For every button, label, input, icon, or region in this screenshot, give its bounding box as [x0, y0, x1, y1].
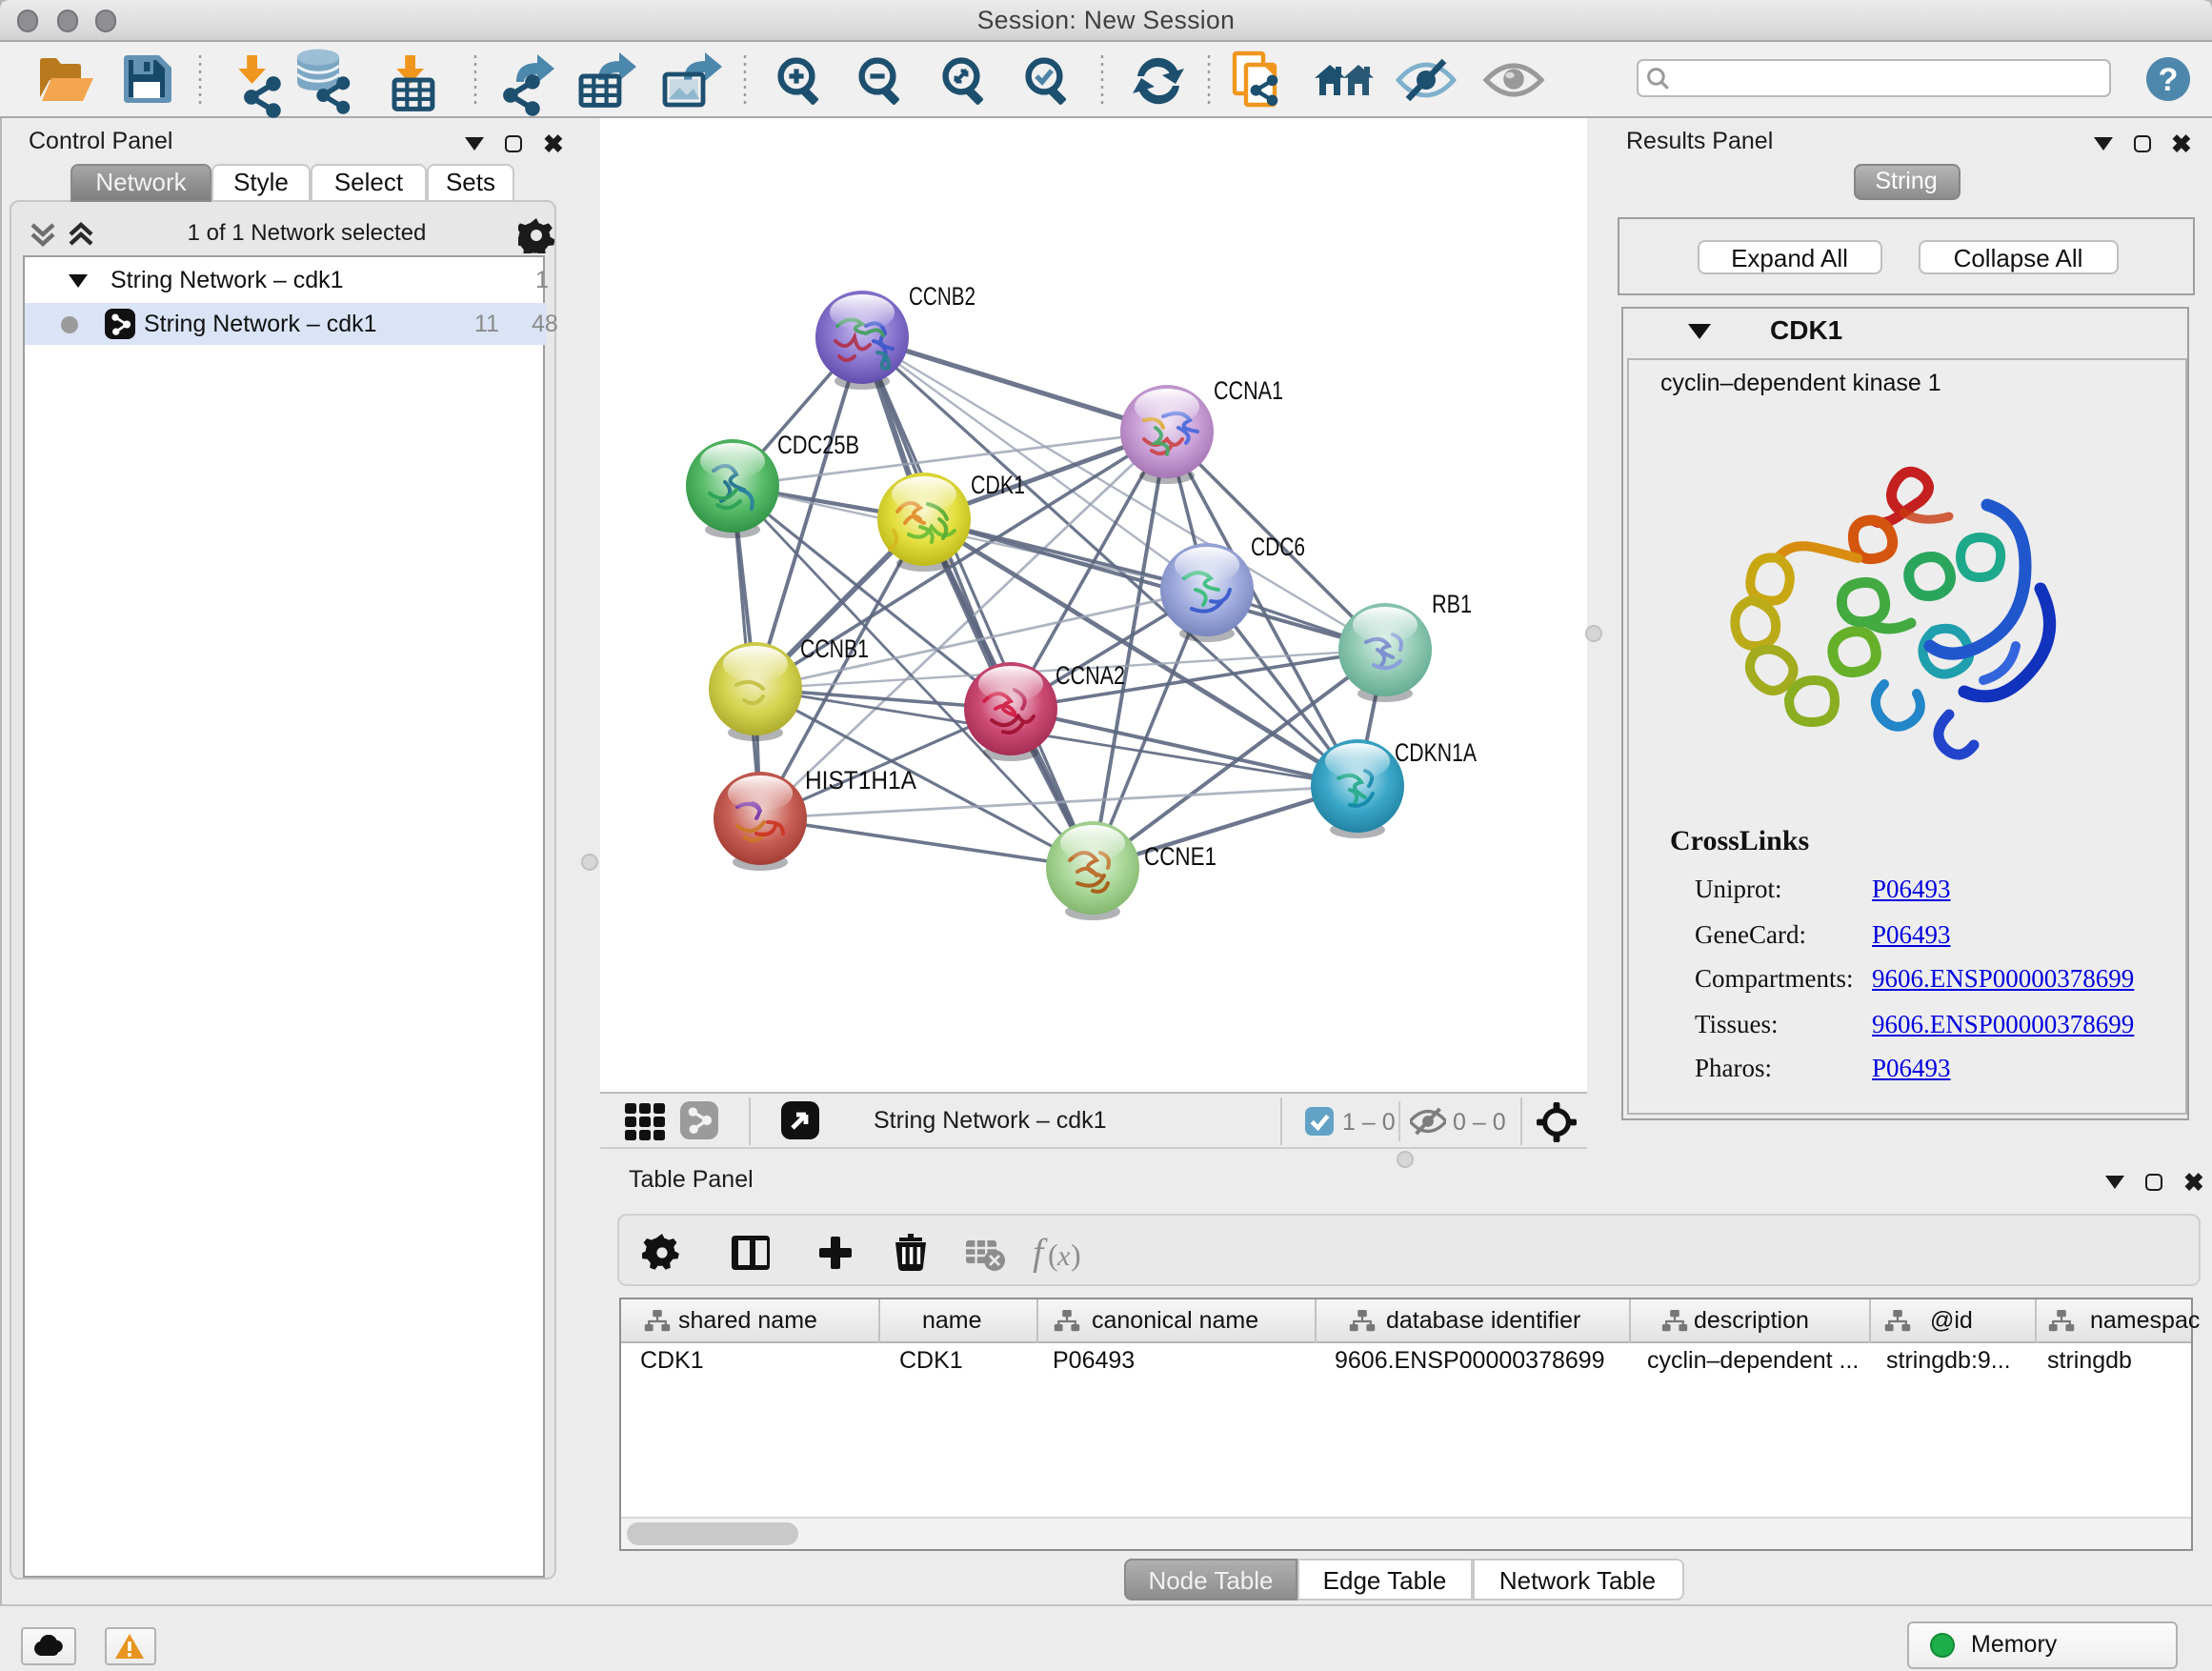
svg-text:CCNE1: CCNE1	[1143, 842, 1216, 871]
svg-text:CCNB2: CCNB2	[908, 282, 975, 311]
svg-text:CCNB1: CCNB1	[799, 634, 868, 663]
svg-text:RB1: RB1	[1431, 590, 1471, 618]
svg-text:): )	[1070, 1237, 1080, 1271]
svg-text:f: f	[1032, 1232, 1047, 1272]
svg-text:CDKN1A: CDKN1A	[1394, 738, 1476, 767]
svg-text:CCNA2: CCNA2	[1055, 661, 1124, 690]
svg-text:?: ?	[2159, 61, 2179, 97]
svg-text:CDC6: CDC6	[1250, 533, 1304, 561]
svg-text:CDK1: CDK1	[970, 471, 1024, 499]
svg-text:CCNA1: CCNA1	[1213, 376, 1282, 405]
svg-text:CDC25B: CDC25B	[776, 431, 858, 459]
svg-text:x: x	[1056, 1239, 1070, 1271]
svg-text:HIST1H1A: HIST1H1A	[804, 766, 915, 795]
